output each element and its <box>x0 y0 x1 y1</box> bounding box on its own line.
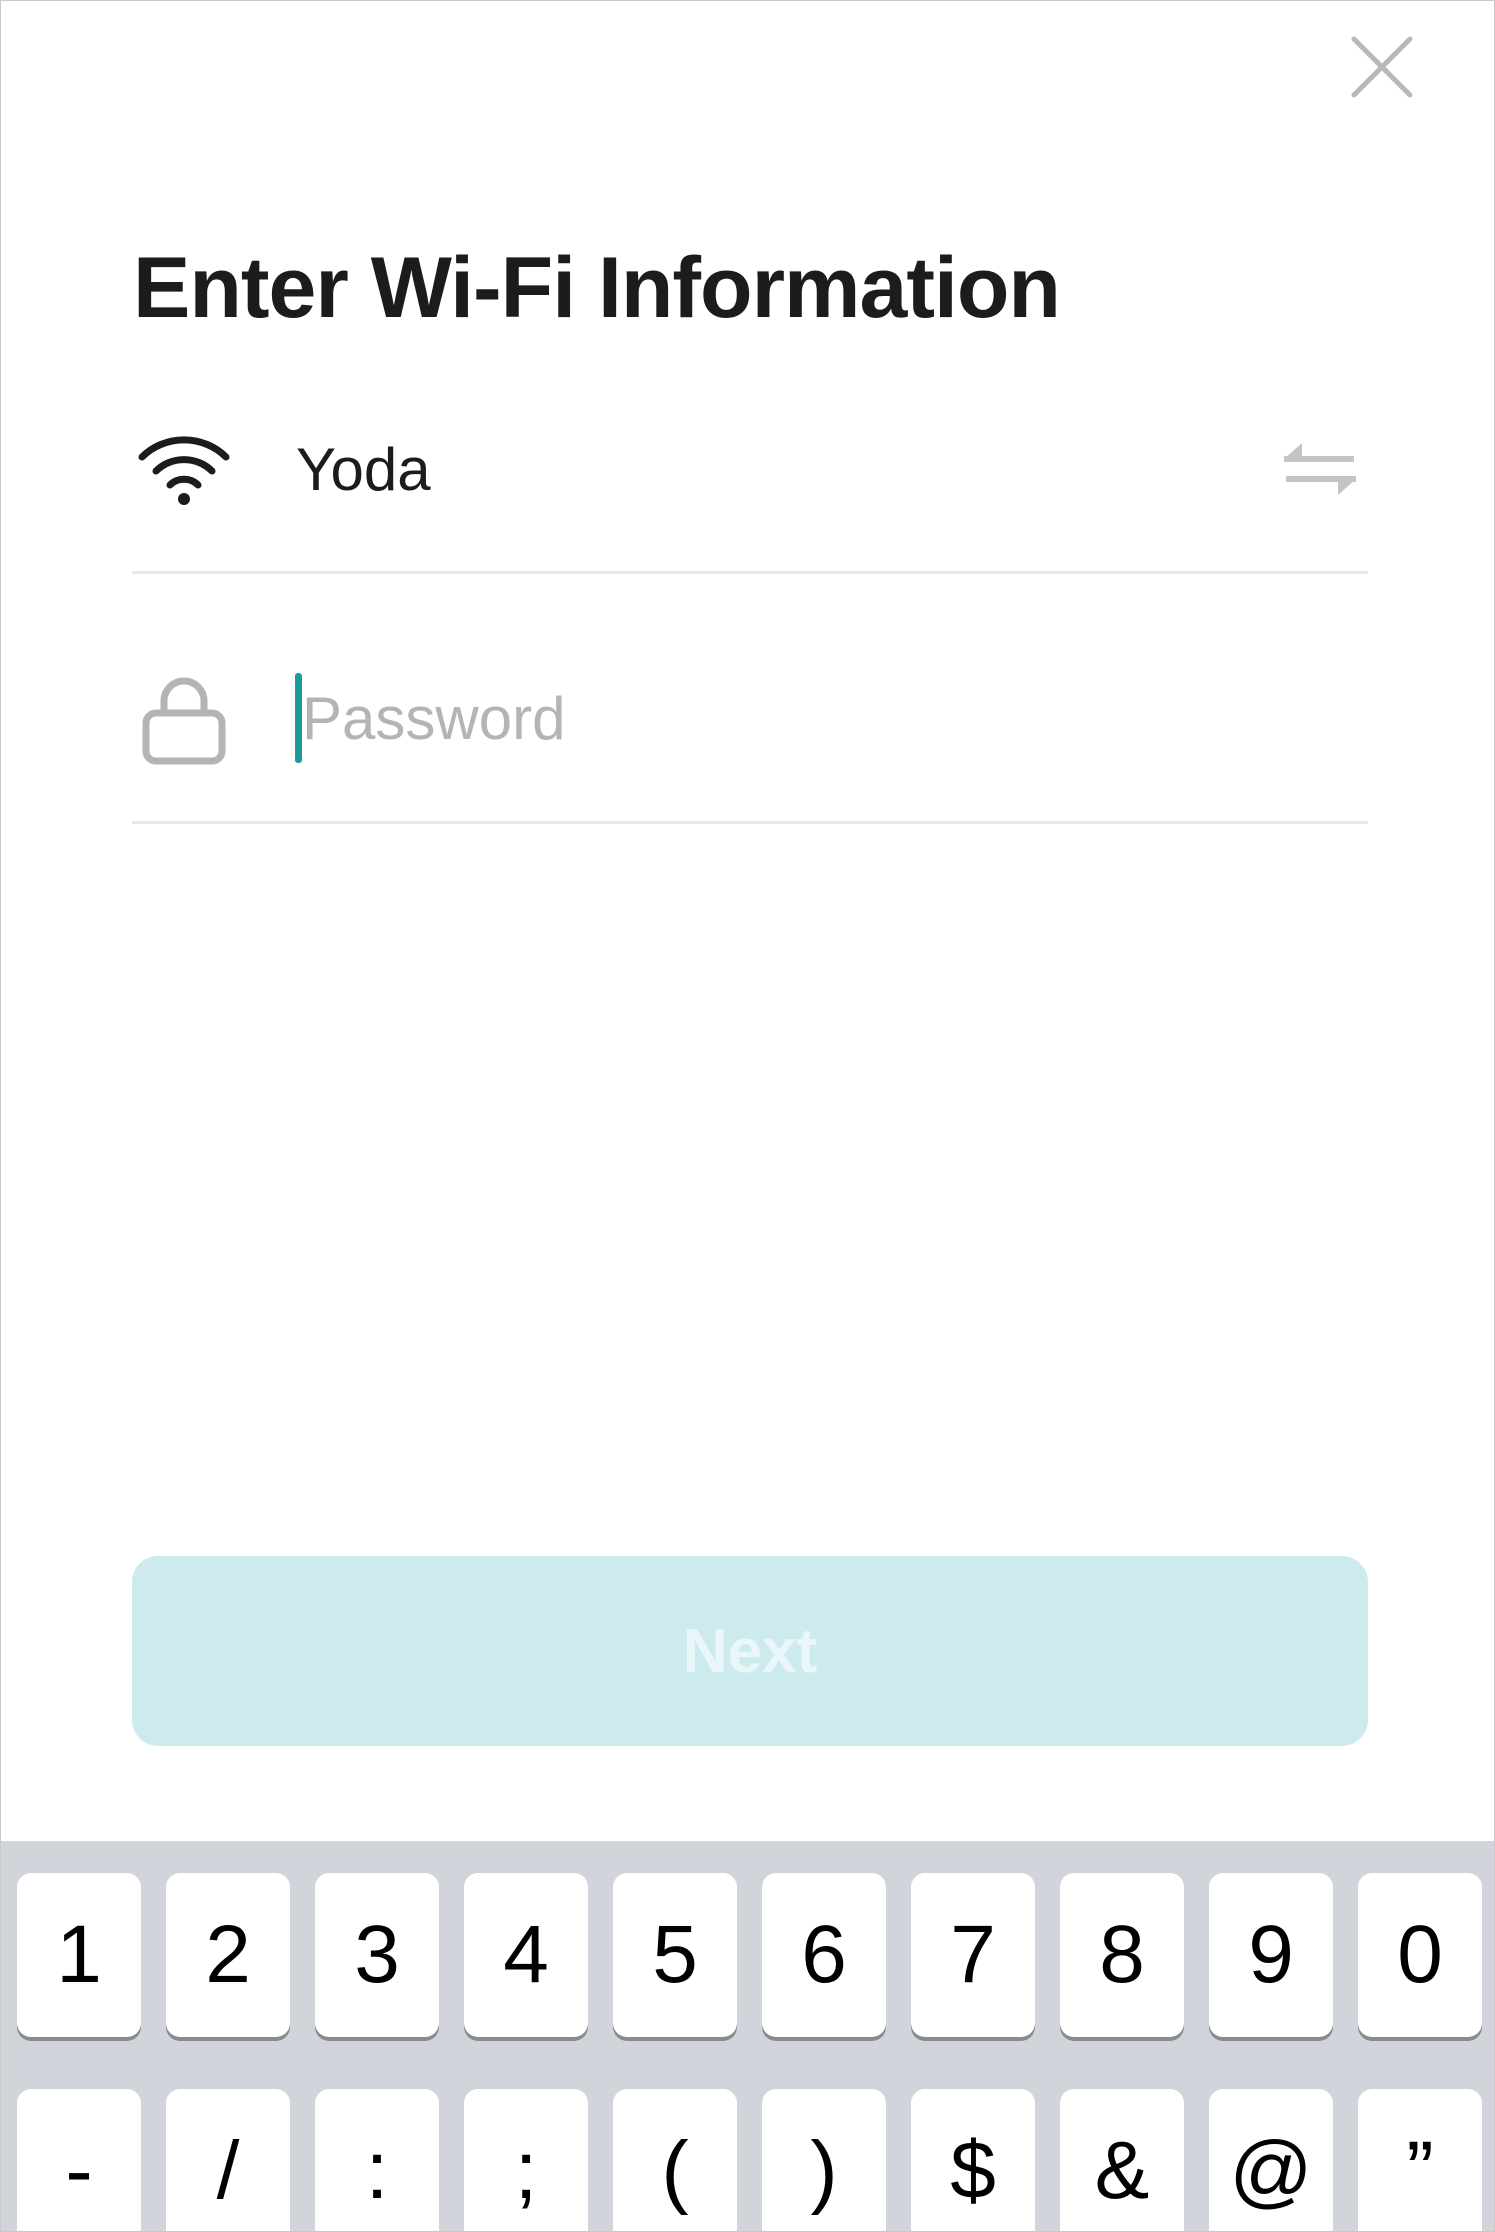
key-4[interactable]: 4 <box>464 1873 588 2037</box>
app-screen: Enter Wi-Fi Information Yoda Next 1 2 3 … <box>0 0 1495 2232</box>
password-row <box>132 651 1368 824</box>
network-name: Yoda <box>296 436 431 503</box>
key-8[interactable]: 8 <box>1060 1873 1184 2037</box>
key-ampersand[interactable]: & <box>1060 2089 1184 2231</box>
swap-arrows-icon[interactable] <box>1280 437 1360 501</box>
key-at[interactable]: @ <box>1209 2089 1333 2231</box>
next-button[interactable]: Next <box>132 1556 1368 1746</box>
key-slash[interactable]: / <box>166 2089 290 2231</box>
key-3[interactable]: 3 <box>315 1873 439 2037</box>
numeric-keyboard: 1 2 3 4 5 6 7 8 9 0 - / : ; ( ) $ & @ ” <box>1 1841 1494 2231</box>
key-semicolon[interactable]: ; <box>464 2089 588 2231</box>
password-input[interactable] <box>294 673 1362 763</box>
page-title: Enter Wi-Fi Information <box>133 240 1061 336</box>
key-1[interactable]: 1 <box>17 1873 141 2037</box>
key-open-paren[interactable]: ( <box>613 2089 737 2231</box>
key-2[interactable]: 2 <box>166 1873 290 2037</box>
close-icon <box>1351 36 1413 98</box>
key-quote[interactable]: ” <box>1358 2089 1482 2231</box>
close-button[interactable] <box>1346 31 1418 103</box>
key-7[interactable]: 7 <box>911 1873 1035 2037</box>
key-hyphen[interactable]: - <box>17 2089 141 2231</box>
wifi-icon <box>138 436 230 505</box>
lock-icon <box>142 677 226 765</box>
network-row[interactable]: Yoda <box>132 401 1368 574</box>
key-9[interactable]: 9 <box>1209 1873 1333 2037</box>
key-colon[interactable]: : <box>315 2089 439 2231</box>
text-cursor <box>295 673 302 763</box>
key-5[interactable]: 5 <box>613 1873 737 2037</box>
key-dollar[interactable]: $ <box>911 2089 1035 2231</box>
key-0[interactable]: 0 <box>1358 1873 1482 2037</box>
key-6[interactable]: 6 <box>762 1873 886 2037</box>
key-close-paren[interactable]: ) <box>762 2089 886 2231</box>
